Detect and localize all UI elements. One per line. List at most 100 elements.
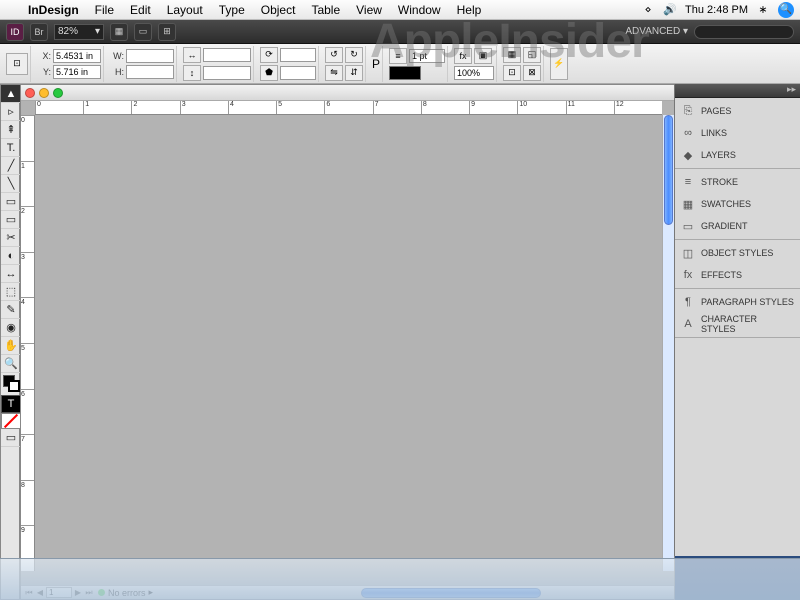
w-field[interactable] — [126, 49, 174, 63]
eyedropper-tool[interactable]: ✎ — [1, 301, 21, 319]
horizontal-ruler[interactable]: 0123456789101112 — [35, 101, 662, 115]
volume-icon[interactable]: 🔊 — [663, 3, 677, 17]
panel-label: STROKE — [701, 177, 738, 187]
mac-dock[interactable] — [0, 558, 800, 600]
apply-color-icon[interactable]: T — [1, 395, 21, 413]
bridge-icon[interactable]: Br — [30, 23, 48, 41]
screen-mode-tool[interactable]: ▭ — [1, 429, 21, 447]
panel-layers[interactable]: ◆LAYERS — [675, 144, 800, 166]
flip-v-icon[interactable]: ⇵ — [345, 65, 363, 81]
view-options-icon[interactable]: ▦ — [110, 23, 128, 41]
rectangle-frame-tool[interactable]: ▭ — [1, 193, 21, 211]
pen-tool[interactable]: ╲ — [1, 175, 21, 193]
menu-window[interactable]: Window — [390, 3, 449, 17]
rotate-icon[interactable]: ⟳ — [260, 47, 278, 63]
note-tool[interactable]: ⬚ — [1, 283, 21, 301]
y-field[interactable]: 5.716 in — [53, 65, 101, 79]
document-canvas[interactable] — [35, 115, 662, 571]
menu-file[interactable]: File — [87, 3, 122, 17]
free-transform-tool[interactable]: ◐ — [1, 247, 21, 265]
panel-swatches[interactable]: ▦ SWATCHES — [675, 193, 800, 215]
menu-edit[interactable]: Edit — [122, 3, 159, 17]
menu-layout[interactable]: Layout — [159, 3, 211, 17]
rotate-cw-icon[interactable]: ↻ — [345, 47, 363, 63]
panel-effects[interactable]: fxEFFECTS — [675, 264, 800, 286]
panel-links[interactable]: ∞LINKS — [675, 122, 800, 144]
text-wrap-icon[interactable]: ▦ — [503, 47, 521, 63]
paragraph-styles-icon: ¶ — [681, 295, 695, 309]
x-label: X: — [37, 51, 51, 61]
panel-label: SWATCHES — [701, 199, 751, 209]
workspace-switcher[interactable]: ADVANCED ▾ — [625, 26, 688, 37]
direct-selection-tool[interactable]: ▹ — [1, 103, 21, 121]
document-titlebar — [21, 85, 674, 101]
stroke-weight-field[interactable]: 1 pt — [409, 49, 445, 63]
panel-pages[interactable]: ⎘PAGES — [675, 100, 800, 122]
bluetooth-icon[interactable]: ∗ — [756, 3, 770, 17]
p-selector-icon[interactable]: P — [372, 57, 380, 71]
h-field[interactable] — [126, 65, 174, 79]
search-field[interactable] — [694, 25, 794, 39]
screen-mode-icon[interactable]: ▭ — [134, 23, 152, 41]
clock[interactable]: Thu 2:48 PM — [685, 4, 748, 16]
menu-type[interactable]: Type — [211, 3, 253, 17]
rectangle-tool[interactable]: ▭ — [1, 211, 21, 229]
vertical-ruler[interactable]: 0123456789 — [21, 115, 35, 571]
selection-tool[interactable]: ▲ — [1, 85, 21, 103]
arrange-docs-icon[interactable]: ⊞ — [158, 23, 176, 41]
scissors-tool[interactable]: ✂ — [1, 229, 21, 247]
opacity-field[interactable]: 100% — [454, 66, 494, 80]
panel-collapse-bar[interactable]: ▸▸ — [675, 84, 800, 98]
page-tool[interactable]: ⇞ — [1, 121, 21, 139]
panel-paragraph-styles[interactable]: ¶PARAGRAPH STYLES — [675, 291, 800, 313]
flip-h-icon[interactable]: ⇋ — [325, 65, 343, 81]
zoom-tool[interactable]: 🔍 — [1, 355, 21, 373]
vertical-scrollbar[interactable] — [662, 115, 674, 571]
apply-none-icon[interactable] — [1, 413, 21, 429]
stroke-style-swatch[interactable] — [389, 66, 421, 80]
line-tool[interactable]: ╱ — [1, 157, 21, 175]
fit-content-icon[interactable]: ⊡ — [503, 65, 521, 81]
stroke-color-icon[interactable] — [8, 380, 20, 392]
scale-x-icon[interactable]: ↔ — [183, 47, 201, 63]
character-styles-icon: A — [681, 317, 695, 331]
x-field[interactable]: 5.4531 in — [53, 49, 101, 63]
panel-character-styles[interactable]: ACHARACTER STYLES — [675, 313, 800, 335]
app-name[interactable]: InDesign — [20, 3, 87, 17]
fit-frame-icon[interactable]: ⊠ — [523, 65, 541, 81]
panel-object-styles[interactable]: ◫OBJECT STYLES — [675, 242, 800, 264]
zoom-window-icon[interactable] — [53, 88, 63, 98]
menu-object[interactable]: Object — [253, 3, 304, 17]
rotate-ccw-icon[interactable]: ↺ — [325, 47, 343, 63]
w-label: W: — [110, 51, 124, 61]
rotate-field[interactable] — [280, 48, 316, 62]
spotlight-icon[interactable]: 🔍 — [778, 2, 794, 18]
zoom-level-dropdown[interactable]: 82%▾ — [54, 24, 104, 40]
panel-stroke[interactable]: ≡STROKE — [675, 171, 800, 193]
type-tool[interactable]: T. — [1, 139, 21, 157]
hand-tool[interactable]: ✋ — [1, 337, 21, 355]
wifi-icon[interactable]: ⋄ — [641, 3, 655, 17]
scale-y-icon[interactable]: ↕ — [183, 65, 201, 81]
scale-x-field[interactable] — [203, 48, 251, 62]
panel-gradient[interactable]: ▭GRADIENT — [675, 215, 800, 237]
reference-point-proxy[interactable]: ⊡ — [6, 53, 28, 75]
fill-stroke-proxy[interactable] — [1, 373, 21, 395]
measure-tool[interactable]: ◉ — [1, 319, 21, 337]
corner-options-icon[interactable]: ◱ — [523, 47, 541, 63]
swatches-icon: ▦ — [681, 197, 695, 211]
id-app-icon[interactable]: ID — [6, 23, 24, 41]
menu-table[interactable]: Table — [303, 3, 348, 17]
shear-field[interactable] — [280, 66, 316, 80]
menu-view[interactable]: View — [348, 3, 390, 17]
quick-apply-icon[interactable]: ⚡ — [550, 48, 568, 80]
fx-icon[interactable]: fx — [454, 48, 472, 64]
scale-y-field[interactable] — [203, 66, 251, 80]
menu-help[interactable]: Help — [449, 3, 490, 17]
gradient-swatch-tool[interactable]: ↔ — [1, 265, 21, 283]
close-window-icon[interactable] — [25, 88, 35, 98]
drop-shadow-icon[interactable]: ▣ — [474, 48, 492, 64]
minimize-window-icon[interactable] — [39, 88, 49, 98]
shear-icon[interactable]: ⬟ — [260, 65, 278, 81]
scrollbar-thumb[interactable] — [664, 115, 673, 225]
